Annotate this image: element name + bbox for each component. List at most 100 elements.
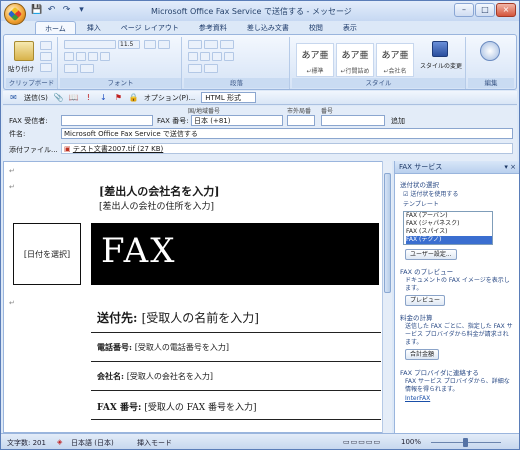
- company-field[interactable]: 会社名: [受取人の会社名を入力]: [97, 371, 213, 382]
- align-right-icon[interactable]: [212, 52, 222, 61]
- borders-icon[interactable]: [204, 64, 218, 73]
- proofing-icon[interactable]: ◈: [57, 438, 62, 446]
- align-left-icon[interactable]: [188, 52, 198, 61]
- user-settings-button[interactable]: ユーザー設定...: [405, 249, 457, 260]
- message-format-select[interactable]: HTML 形式: [201, 92, 256, 103]
- interfax-link[interactable]: InterFAX: [405, 395, 430, 403]
- checkbox-icon[interactable]: ☑: [403, 191, 408, 198]
- preview-button[interactable]: プレビュー: [405, 295, 446, 306]
- to-field[interactable]: 送付先: [受取人の名前を入力]: [97, 309, 259, 326]
- attach-icon[interactable]: 📎: [54, 93, 64, 102]
- customize-qat-icon[interactable]: ▾: [76, 5, 87, 16]
- tab-mailings[interactable]: 差し込み文書: [238, 21, 298, 35]
- redo-icon[interactable]: ↷: [61, 5, 72, 16]
- minimize-button[interactable]: –: [454, 3, 474, 17]
- phone-field[interactable]: 電話番号: [受取人の電話番号を入力]: [97, 342, 229, 353]
- bullets-icon[interactable]: [188, 40, 202, 49]
- font-name-dropdown[interactable]: [64, 40, 116, 49]
- bold-icon[interactable]: [64, 52, 74, 61]
- permission-icon[interactable]: 🔒: [129, 93, 139, 102]
- format-painter-icon[interactable]: [40, 63, 52, 72]
- list-item[interactable]: FAX (アーバン): [406, 212, 492, 220]
- underline-icon[interactable]: [88, 52, 98, 61]
- style-normal[interactable]: あア亜 ↵標準: [296, 43, 334, 77]
- multilevel-list-icon[interactable]: [220, 40, 234, 49]
- attachment-field[interactable]: ▣ テスト文書2007.tif (27 KB): [61, 143, 513, 154]
- recipient-input[interactable]: [61, 115, 153, 126]
- area-code-input[interactable]: [287, 115, 315, 126]
- change-styles-icon[interactable]: [432, 41, 448, 57]
- low-importance-icon[interactable]: ↓: [99, 93, 108, 102]
- shrink-font-icon[interactable]: [158, 40, 170, 49]
- list-item[interactable]: FAX (スパイス): [406, 228, 492, 236]
- paste-label[interactable]: 貼り付け: [8, 63, 34, 73]
- date-picker-box[interactable]: [日付を選択]: [13, 223, 81, 285]
- document-scrollbar[interactable]: [382, 161, 392, 433]
- word-count[interactable]: 文字数: 201: [7, 438, 46, 448]
- save-icon[interactable]: 💾: [31, 5, 42, 16]
- undo-icon[interactable]: ↶: [46, 5, 57, 16]
- send-button[interactable]: 送信(S): [24, 93, 48, 103]
- fax-field[interactable]: FAX 番号: [受取人の FAX 番号を入力]: [97, 400, 257, 413]
- align-center-icon[interactable]: [200, 52, 210, 61]
- style-no-spacing[interactable]: あア亜 ↵行間詰め: [336, 43, 374, 77]
- italic-icon[interactable]: [76, 52, 86, 61]
- font-size-dropdown[interactable]: 11.5: [118, 40, 140, 49]
- country-select[interactable]: 日本 (+81): [191, 115, 283, 126]
- zoom-slider-thumb[interactable]: [463, 438, 468, 447]
- use-cover-checkbox[interactable]: ☑ 送付状を使用する: [403, 191, 458, 199]
- tab-page-layout[interactable]: ページ レイアウト: [112, 21, 188, 35]
- add-button[interactable]: 追加: [391, 116, 405, 126]
- zoom-level[interactable]: 100%: [401, 438, 421, 446]
- list-item[interactable]: FAX (ジャパネスク): [406, 220, 492, 228]
- attachment-file[interactable]: テスト文書2007.tif (27 KB): [73, 145, 163, 153]
- company-label: 会社名:: [97, 371, 127, 381]
- to-label: 送付先:: [97, 311, 142, 325]
- tab-home[interactable]: ホーム: [35, 21, 76, 35]
- tab-references[interactable]: 参考資料: [190, 21, 236, 35]
- company-value[interactable]: [受取人の会社名を入力]: [127, 372, 213, 381]
- strikethrough-icon[interactable]: [100, 52, 110, 61]
- sender-company-name[interactable]: [差出人の会社名を入力]: [99, 183, 219, 199]
- to-value[interactable]: [受取人の名前を入力]: [142, 311, 259, 325]
- paste-icon[interactable]: [14, 41, 34, 61]
- copy-icon[interactable]: [40, 52, 52, 61]
- justify-icon[interactable]: [224, 52, 234, 61]
- date-placeholder[interactable]: [日付を選択]: [24, 249, 70, 260]
- office-button[interactable]: [4, 3, 26, 25]
- change-styles-label[interactable]: スタイルの変更: [420, 61, 462, 70]
- insert-mode[interactable]: 挿入モード: [137, 438, 172, 448]
- fax-number-input[interactable]: [321, 115, 385, 126]
- style-company-name[interactable]: あア亜 ↵会社名: [376, 43, 414, 77]
- grow-font-icon[interactable]: [144, 40, 156, 49]
- subject-input[interactable]: Microsoft Office Fax Service で送信する: [61, 128, 513, 139]
- attachment-button[interactable]: 添付ファイル...: [9, 145, 58, 155]
- font-group: 11.5 フォント: [60, 37, 182, 89]
- tab-view[interactable]: 表示: [334, 21, 366, 35]
- phone-value[interactable]: [受取人の電話番号を入力]: [135, 343, 229, 352]
- paragraph-group: 段落: [184, 37, 290, 89]
- find-icon[interactable]: [480, 41, 500, 61]
- shading-icon[interactable]: [188, 64, 202, 73]
- view-buttons[interactable]: ▭▭▭▭▭: [343, 438, 381, 446]
- language-indicator[interactable]: 日本語 (日本): [71, 438, 114, 448]
- follow-up-flag-icon[interactable]: ⚑: [114, 93, 123, 102]
- highlight-icon[interactable]: [64, 64, 78, 73]
- close-button[interactable]: ×: [496, 3, 516, 17]
- tab-review[interactable]: 校閲: [300, 21, 332, 35]
- options-button[interactable]: オプション(P)...: [144, 93, 195, 103]
- scrollbar-thumb[interactable]: [384, 173, 391, 293]
- font-color-icon[interactable]: [80, 64, 94, 73]
- high-importance-icon[interactable]: !: [84, 93, 93, 102]
- cut-icon[interactable]: [40, 41, 52, 50]
- numbering-icon[interactable]: [204, 40, 218, 49]
- address-book-icon[interactable]: 📖: [69, 93, 79, 102]
- task-pane-close-icon[interactable]: ▾ ×: [504, 161, 516, 174]
- fax-value[interactable]: [受取人の FAX 番号を入力]: [144, 403, 256, 413]
- tab-insert[interactable]: 挿入: [78, 21, 110, 35]
- maximize-button[interactable]: □: [475, 3, 495, 17]
- sender-company-address[interactable]: [差出人の会社の住所を入力]: [99, 199, 214, 212]
- template-listbox[interactable]: FAX (アーバン) FAX (ジャパネスク) FAX (スパイス) FAX (…: [403, 211, 493, 245]
- list-item-selected[interactable]: FAX (テクノ): [406, 236, 492, 244]
- total-fee-button[interactable]: 合計金額: [405, 349, 440, 360]
